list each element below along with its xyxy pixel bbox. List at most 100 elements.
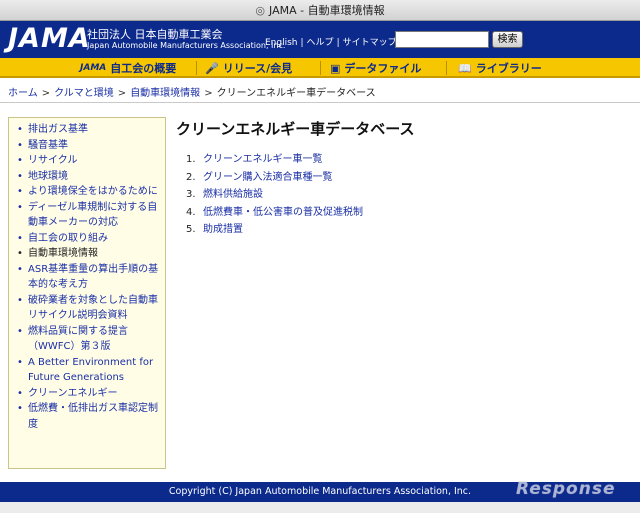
- breadcrumb-home[interactable]: ホーム: [8, 88, 38, 99]
- breadcrumb-env-info[interactable]: 自動車環境情報: [130, 88, 200, 99]
- main-nav: JAMA 自工会の概要 🎤 リリース/会見 ▣ データファイル 📖 ライブラリー: [0, 58, 640, 78]
- window-title-bar: ◎ JAMA - 自動車環境情報: [0, 0, 640, 21]
- bullet-icon: •: [17, 170, 23, 182]
- bullet-icon: •: [17, 248, 23, 259]
- sidebar-item[interactable]: • 地球環境: [15, 169, 161, 185]
- sidebar-item: • 自動車環境情報: [15, 246, 161, 262]
- database-link[interactable]: 助成措置: [203, 224, 243, 235]
- sidebar-item-label: 自工会の取り組み: [28, 232, 108, 244]
- list-number: 3.: [186, 189, 196, 200]
- list-item: 5. 助成措置: [186, 221, 363, 239]
- page-title: クリーンエネルギー車データベース: [176, 120, 415, 138]
- breadcrumb-current: クリーンエネルギー車データベース: [216, 88, 376, 99]
- sidebar-item-label: クリーンエネルギー: [28, 387, 118, 399]
- globe-icon: ◎: [255, 3, 266, 17]
- sidebar-item[interactable]: • ASR基準重量の算出手順の基本的な考え方: [15, 262, 161, 293]
- sidebar-item-label: 破砕業者を対象とした自動車リサイクル説明会資料: [28, 294, 158, 322]
- bullet-icon: •: [17, 155, 23, 166]
- sidebar-item[interactable]: • 騒音基準: [15, 138, 161, 154]
- site-header: JAMA 社団法人 日本自動車工業会 Japan Automobile Manu…: [0, 21, 640, 58]
- list-number: 4.: [186, 206, 196, 218]
- sidebar-item[interactable]: • A Better Environment for Future Generat…: [15, 355, 161, 386]
- copyright-text: Copyright (C) Japan Automobile Manufactu…: [168, 486, 472, 497]
- breadcrumb-separator: >: [41, 88, 51, 99]
- org-name-en: Japan Automobile Manufacturers Associati…: [87, 41, 286, 50]
- sidebar-nav: • 排出ガス基準 • 騒音基準 • リサイクル • 地球環境 • より環境保全をはかるために • ディ…: [8, 117, 166, 469]
- search-button[interactable]: 検索: [492, 31, 523, 48]
- nav-item-label: 自工会の概要: [110, 62, 177, 75]
- nav-item-about[interactable]: JAMA 自工会の概要: [80, 60, 176, 76]
- sidebar-item-label: リサイクル: [28, 155, 78, 166]
- database-link[interactable]: クリーンエネルギー車一覧: [203, 154, 323, 165]
- nav-item-label: リリース/会見: [222, 62, 293, 75]
- jama-mark-icon: JAMA: [80, 63, 107, 73]
- book-icon: 📖: [458, 61, 472, 75]
- bullet-icon: •: [17, 201, 23, 213]
- sidebar-item-label: 地球環境: [28, 170, 68, 182]
- sidebar-item-label: 騒音基準: [28, 139, 68, 151]
- sidebar-item[interactable]: • 破砕業者を対象とした自動車リサイクル説明会資料: [15, 293, 161, 324]
- bullet-icon: •: [17, 325, 23, 337]
- sidebar-item-label: 排出ガス基準: [28, 124, 88, 135]
- bullet-icon: •: [17, 263, 23, 275]
- link-separator: |: [300, 38, 304, 48]
- bullet-icon: •: [17, 403, 23, 414]
- sidebar-item[interactable]: • ディーゼル車規制に対する自動車メーカーの対応: [15, 200, 161, 231]
- list-number: 2.: [186, 171, 196, 183]
- sidebar-item-label: 自動車環境情報: [28, 248, 98, 259]
- nav-divider: [320, 61, 321, 75]
- bullet-icon: •: [17, 139, 23, 151]
- list-item: 3. 燃料供給施設: [186, 186, 363, 204]
- list-number: 5.: [186, 224, 196, 235]
- sidebar-item-label: より環境保全をはかるために: [28, 186, 158, 197]
- sidebar-item-label: 低燃費・低排出ガス車認定制度: [28, 403, 158, 430]
- breadcrumb-separator: >: [204, 88, 213, 99]
- sidebar-item-label: ディーゼル車規制に対する自動車メーカーの対応: [28, 201, 158, 229]
- sidebar-item[interactable]: • 自工会の取り組み: [15, 231, 161, 247]
- header-links: English | ヘルプ | サイトマップ: [265, 35, 397, 48]
- bullet-icon: •: [17, 232, 23, 244]
- sidebar-item[interactable]: • 燃料品質に関する提言（WWFC）第３版: [15, 324, 161, 355]
- sidebar-item[interactable]: • 低燃費・低排出ガス車認定制度: [15, 401, 161, 432]
- sidebar-item[interactable]: • 排出ガス基準: [15, 122, 161, 138]
- response-watermark: Response: [516, 479, 616, 499]
- sidebar-item-label: 燃料品質に関する提言（WWFC）第３版: [28, 325, 128, 353]
- data-file-icon: ▣: [330, 61, 341, 75]
- list-item: 4. 低燃費車・低公害車の普及促進税制: [186, 204, 363, 222]
- nav-item-library[interactable]: 📖 ライブラリー: [458, 60, 542, 76]
- breadcrumb: ホーム > クルマと環境 > 自動車環境情報 > クリーンエネルギー車データベース: [8, 84, 376, 99]
- bullet-icon: •: [17, 387, 23, 399]
- nav-item-release[interactable]: 🎤 リリース/会見: [205, 60, 292, 76]
- org-name-jp: 社団法人 日本自動車工業会: [87, 28, 223, 41]
- window-bottom-edge: [0, 502, 640, 513]
- window-title: JAMA - 自動車環境情報: [269, 4, 385, 17]
- sidebar-item[interactable]: • クリーンエネルギー: [15, 386, 161, 402]
- jama-logo[interactable]: JAMA: [8, 24, 91, 54]
- nav-item-label: ライブラリー: [475, 62, 542, 75]
- search-input[interactable]: [395, 31, 489, 48]
- nav-divider: [196, 61, 197, 75]
- english-link[interactable]: English: [265, 38, 298, 48]
- database-link-list: 1. クリーンエネルギー車一覧 2. グリーン購入法適合車種一覧 3. 燃料供給施設 4. 低…: [186, 151, 363, 239]
- divider: [0, 102, 640, 103]
- list-item: 1. クリーンエネルギー車一覧: [186, 151, 363, 169]
- breadcrumb-car-environment[interactable]: クルマと環境: [54, 88, 114, 99]
- sidebar-item[interactable]: • より環境保全をはかるために: [15, 184, 161, 200]
- database-link[interactable]: 燃料供給施設: [203, 189, 263, 200]
- database-link[interactable]: グリーン購入法適合車種一覧: [203, 172, 333, 183]
- help-link[interactable]: ヘルプ: [307, 38, 334, 48]
- link-separator: |: [336, 38, 340, 48]
- database-link[interactable]: 低燃費車・低公害車の普及促進税制: [203, 207, 363, 218]
- breadcrumb-separator: >: [117, 88, 127, 99]
- bullet-icon: •: [17, 124, 23, 135]
- sidebar-item-label: A Better Environment for Future Generati…: [28, 356, 154, 384]
- sitemap-link[interactable]: サイトマップ: [343, 38, 397, 48]
- bullet-icon: •: [17, 356, 23, 368]
- nav-item-label: データファイル: [344, 62, 422, 75]
- bullet-icon: •: [17, 186, 23, 197]
- list-item: 2. グリーン購入法適合車種一覧: [186, 169, 363, 187]
- microphone-icon: 🎤: [205, 61, 219, 75]
- nav-item-datafile[interactable]: ▣ データファイル: [330, 60, 421, 76]
- bullet-icon: •: [17, 294, 23, 306]
- sidebar-item[interactable]: • リサイクル: [15, 153, 161, 169]
